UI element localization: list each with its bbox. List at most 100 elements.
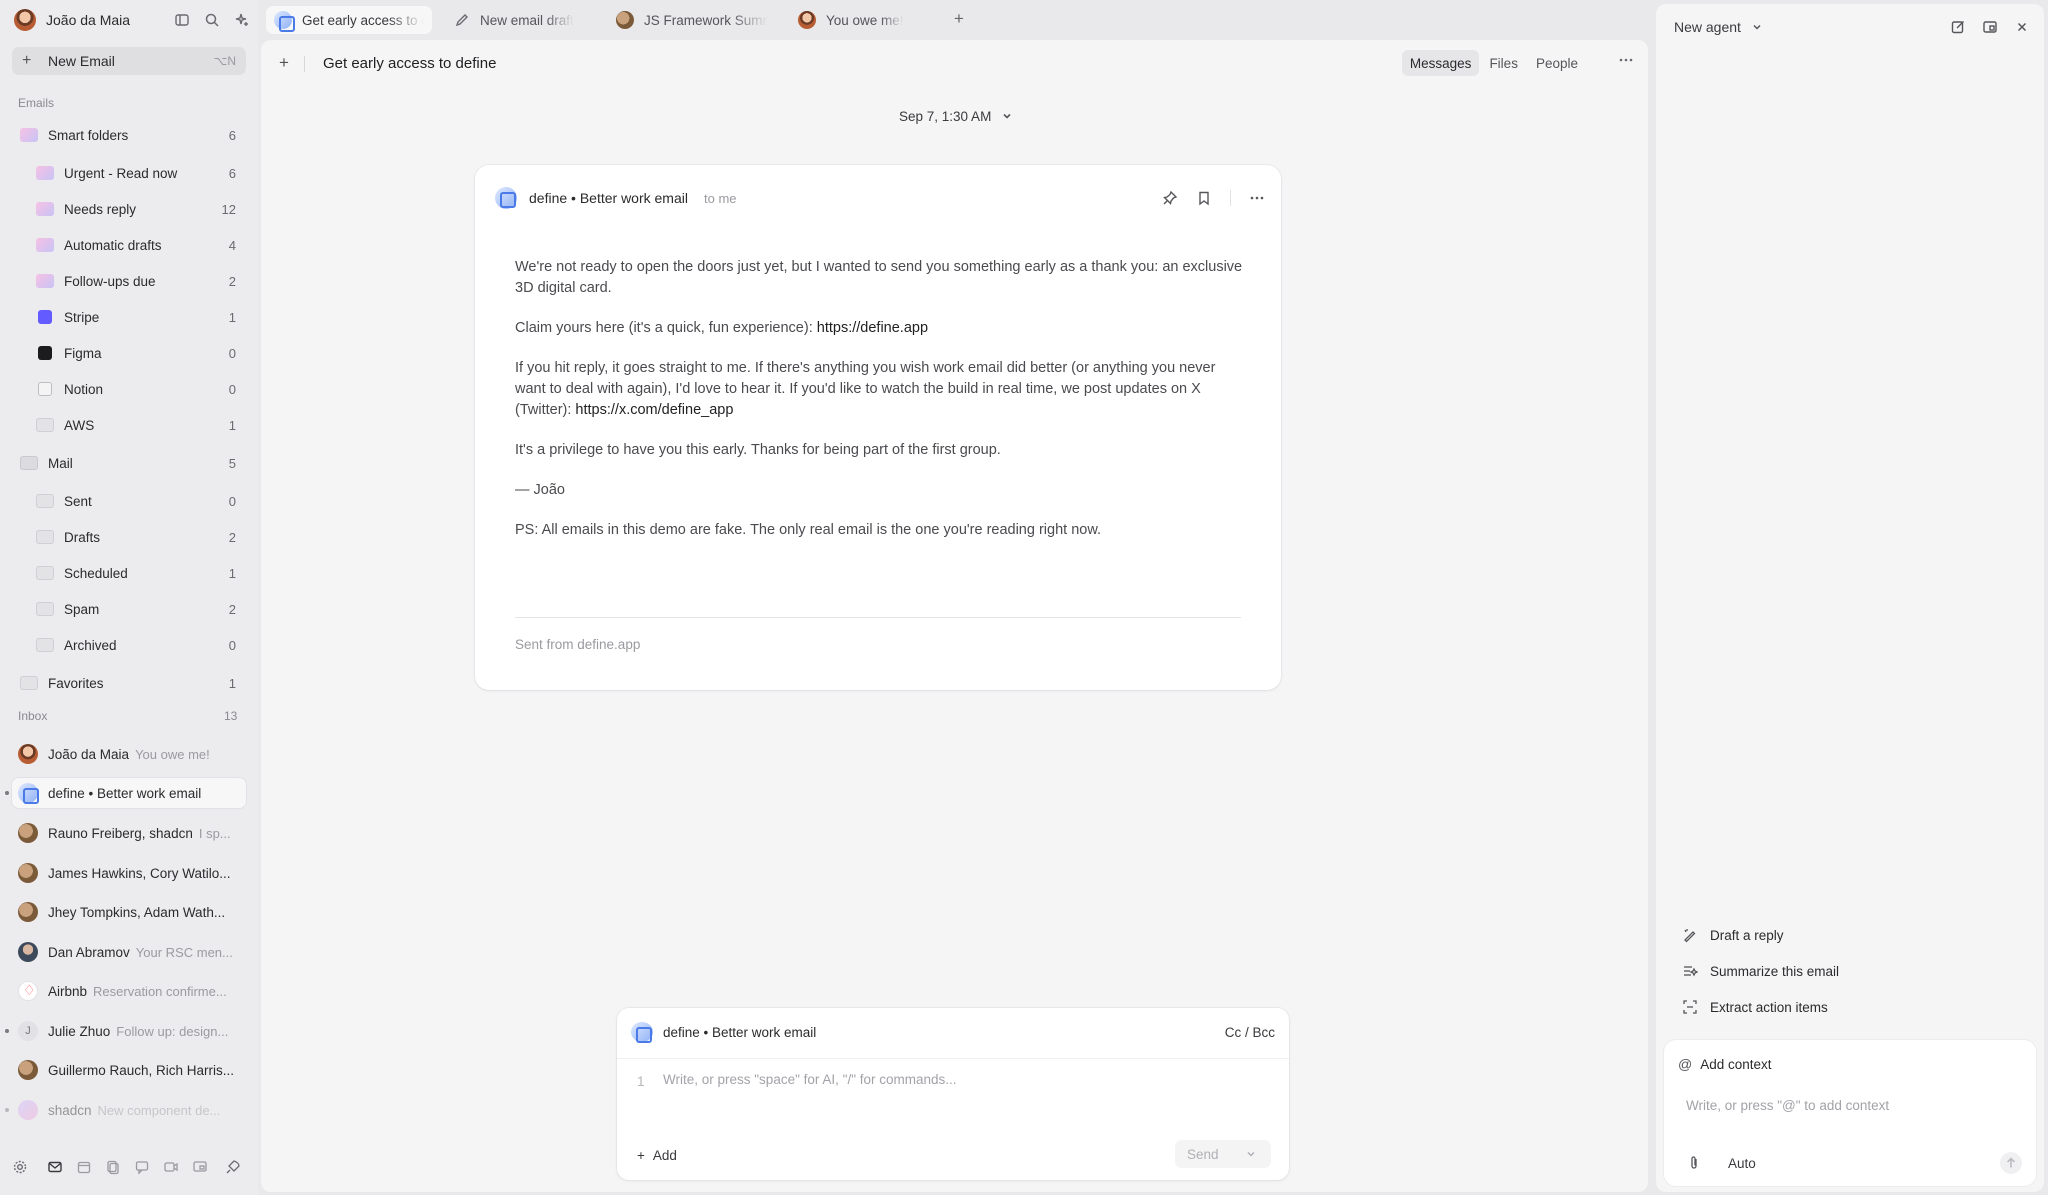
inbox-item[interactable]: shadcn New component de... [5,1095,246,1125]
paperclip-icon[interactable] [1686,1155,1702,1171]
message-signature: Sent from define.app [515,637,641,652]
agent-send-button[interactable] [2000,1152,2022,1174]
mail-icon[interactable] [47,1159,63,1175]
tab-get-early-access[interactable]: Get early access to define [266,6,432,34]
sidebar-item-label: Mail [48,455,73,471]
calendar-icon[interactable] [76,1159,92,1175]
inbox-item[interactable]: Airbnb Reservation confirme... [12,976,246,1006]
sparkle-icon[interactable] [234,12,250,28]
chevron-down-icon[interactable] [1243,1146,1259,1162]
tab-people[interactable]: People [1528,50,1586,76]
inbox-item-selected[interactable]: define • Better work email [5,778,246,808]
sidebar-item-favorites[interactable]: Favorites 1 [12,669,246,697]
sidebar-item-drafts[interactable]: Drafts 2 [12,523,246,551]
bookmark-icon[interactable] [1196,190,1212,206]
close-icon[interactable] [2014,19,2030,35]
agent-input[interactable] [1686,1098,2016,1113]
sidebar-item-needs-reply[interactable]: Needs reply 12 [12,195,246,223]
inbox-count: 13 [224,709,238,723]
sidebar-item-notion[interactable]: Notion 0 [12,375,246,403]
sidebar-item-archived[interactable]: Archived 0 [12,631,246,659]
inbox-item[interactable]: James Hawkins, Cory Watilo... [12,858,246,888]
figma-icon [38,346,52,360]
twitter-link[interactable]: https://x.com/define_app [575,402,733,418]
composer-recipient[interactable]: define • Better work email [663,1025,816,1040]
avatar[interactable] [495,187,517,209]
inbox-item[interactable]: Dan Abramov Your RSC men... [12,937,246,967]
pen-icon [454,12,470,28]
sidebar-item-count: 1 [228,675,236,691]
inbox-sender: define • Better work email [48,785,202,801]
inbox-item[interactable]: João da Maia You owe me! [12,739,246,769]
add-button[interactable]: + [279,53,289,73]
sidebar-item-label: Notion [64,381,104,397]
sidebar-item-figma[interactable]: Figma 0 [12,339,246,367]
sidebar-item-stripe[interactable]: Stripe 1 [12,303,246,331]
sidebar-item-urgent[interactable]: Urgent - Read now 6 [12,159,246,187]
model-selector[interactable]: Auto [1728,1156,1756,1171]
sidebar-toggle-icon[interactable] [174,12,190,28]
search-icon[interactable] [204,12,220,28]
inbox-item[interactable]: J Julie Zhuo Follow up: design... [5,1016,246,1046]
new-tab-button[interactable]: + [954,9,964,29]
reply-input[interactable] [663,1072,1263,1087]
suggestion-label: Summarize this email [1710,963,1840,979]
settings-icon[interactable] [12,1159,28,1175]
inbox-sender: shadcn [48,1102,92,1118]
tab-js-framework-summit[interactable]: JS Framework Summit [608,6,776,34]
sidebar-item-smart-folders[interactable]: Smart folders 6 [12,121,246,149]
smart-folder-icon [36,238,54,252]
avatar [18,902,38,922]
account-name[interactable]: João da Maia [46,12,130,28]
add-context-button[interactable]: @ Add context [1678,1056,1772,1072]
tab-you-owe-me[interactable]: You owe me! [790,6,940,34]
cc-bcc-button[interactable]: Cc / Bcc [1225,1025,1275,1040]
reply-composer: define • Better work email Cc / Bcc 1 + … [617,1008,1289,1180]
sidebar-item-spam[interactable]: Spam 2 [12,595,246,623]
inbox-snippet: Reservation confirme... [93,983,227,999]
sidebar-item-label: Urgent - Read now [64,165,178,181]
suggestion-extract-actions[interactable]: Extract action items [1682,999,1828,1015]
compose-icon[interactable] [1950,19,1966,35]
layout-icon[interactable] [1982,19,1998,35]
sidebar-item-sent[interactable]: Sent 0 [12,487,246,515]
sidebar-item-automatic-drafts[interactable]: Automatic drafts 4 [12,231,246,259]
agent-selector[interactable]: New agent [1674,19,1765,35]
suggestion-draft-reply[interactable]: Draft a reply [1682,927,1784,943]
new-email-button[interactable]: + New Email ⌥N [12,47,246,75]
message-body: We're not ready to open the doors just y… [515,257,1245,560]
aws-icon [36,418,54,432]
rocket-icon[interactable] [225,1159,241,1175]
inbox-snippet: I sp... [198,825,231,841]
inbox-item[interactable]: Jhey Tompkins, Adam Wath... [12,897,246,927]
screen-share-icon[interactable] [192,1159,208,1175]
tab-messages[interactable]: Messages [1401,50,1480,76]
divider [515,617,1241,618]
tab-files[interactable]: Files [1481,50,1526,76]
video-icon[interactable] [163,1159,179,1175]
message-recipient: to me [703,190,737,206]
chat-icon[interactable] [134,1159,150,1175]
chevron-down-icon [1749,19,1765,35]
define-link[interactable]: https://define.app [817,320,928,336]
suggestion-summarize[interactable]: Summarize this email [1682,963,1839,979]
unread-dot [5,791,9,795]
more-icon[interactable] [1618,52,1634,68]
sidebar-item-follow-ups[interactable]: Follow-ups due 2 [12,267,246,295]
message-sender[interactable]: define • Better work email [529,190,688,206]
inbox-item[interactable]: Rauno Freiberg, shadcn I sp... [12,818,246,848]
avatar[interactable] [14,9,36,31]
send-button[interactable]: Send [1175,1140,1271,1168]
sidebar-item-aws[interactable]: AWS 1 [12,411,246,439]
tab-new-email-draft[interactable]: New email draft [446,6,586,34]
inbox-section-label: Inbox [18,709,48,723]
files-icon[interactable] [105,1159,121,1175]
sidebar-item-mail[interactable]: Mail 5 [12,449,246,477]
line-number: 1 [637,1074,645,1089]
pin-icon[interactable] [1162,190,1178,206]
thread-date-selector[interactable]: Sep 7, 1:30 AM [899,108,1015,124]
more-icon[interactable] [1249,190,1265,206]
add-attachment-button[interactable]: + Add [637,1148,677,1163]
sidebar-item-scheduled[interactable]: Scheduled 1 [12,559,246,587]
inbox-item[interactable]: Guillermo Rauch, Rich Harris... [12,1055,246,1085]
